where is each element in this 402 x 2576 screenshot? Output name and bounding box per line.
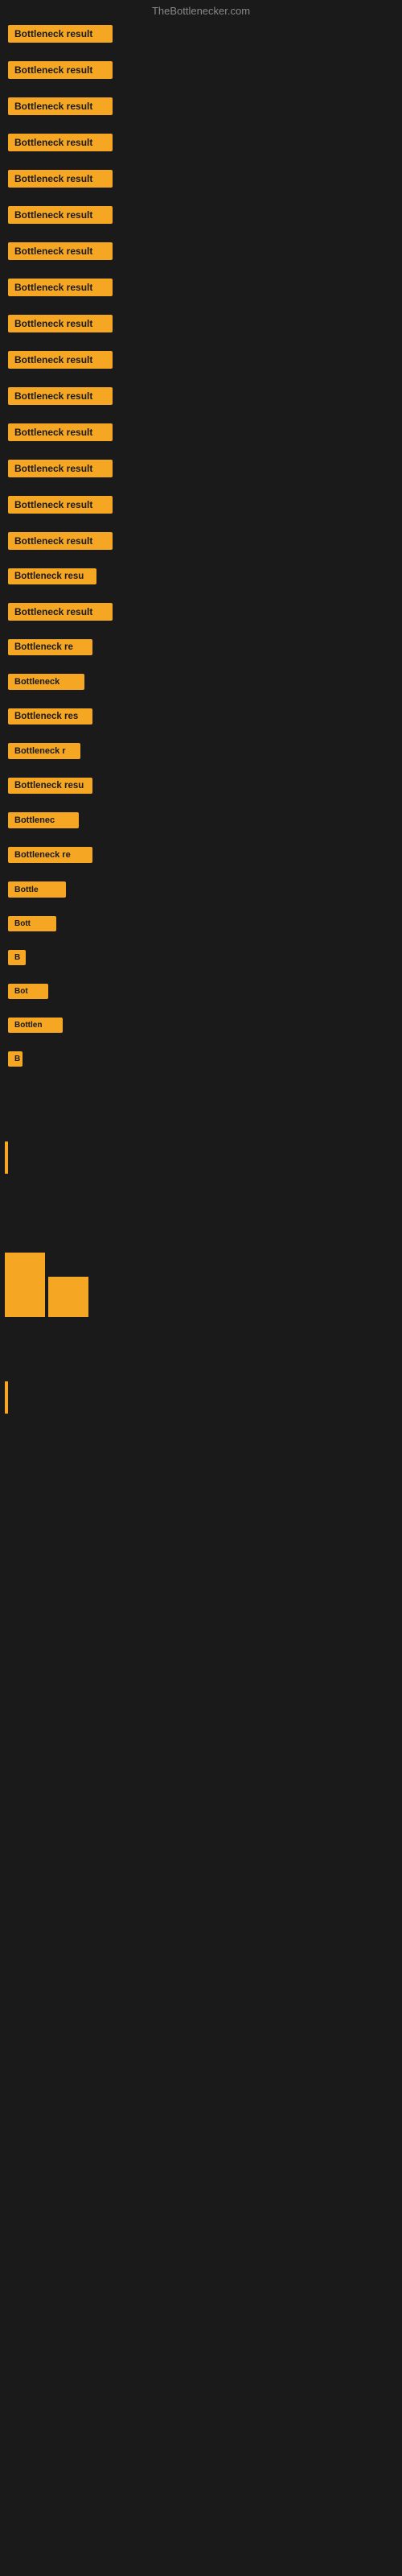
bottleneck-label-1: Bottleneck result	[8, 61, 113, 79]
bottleneck-item-0: Bottleneck result	[5, 23, 397, 48]
bottleneck-label-18: Bottleneck	[8, 674, 84, 690]
bottleneck-list: Bottleneck result Bottleneck result Bottle…	[0, 20, 402, 1087]
bottleneck-item-23: Bottleneck re	[5, 845, 397, 869]
bottleneck-item-19: Bottleneck res	[5, 707, 397, 730]
bottom-bar-1	[5, 1141, 8, 1174]
bottleneck-item-22: Bottlenec	[5, 811, 397, 834]
bottleneck-label-25: Bott	[8, 916, 56, 931]
bottleneck-label-10: Bottleneck result	[8, 387, 113, 405]
bottleneck-item-13: Bottleneck result	[5, 494, 397, 519]
site-header: TheBottlenecker.com	[0, 0, 402, 20]
bottleneck-label-17: Bottleneck re	[8, 639, 92, 655]
bottleneck-item-17: Bottleneck re	[5, 638, 397, 661]
bottleneck-item-27: Bot	[5, 982, 397, 1005]
bottleneck-item-25: Bott	[5, 914, 397, 937]
bottleneck-label-24: Bottle	[8, 881, 66, 898]
bottleneck-item-10: Bottleneck result	[5, 386, 397, 411]
bottleneck-item-9: Bottleneck result	[5, 349, 397, 374]
bottleneck-item-15: Bottleneck resu	[5, 567, 397, 590]
bottleneck-item-14: Bottleneck result	[5, 530, 397, 555]
bottleneck-item-2: Bottleneck result	[5, 96, 397, 121]
bottleneck-item-12: Bottleneck result	[5, 458, 397, 483]
spacer-2	[0, 1180, 402, 1228]
bottleneck-label-19: Bottleneck res	[8, 708, 92, 724]
bottleneck-label-2: Bottleneck result	[8, 97, 113, 115]
bottleneck-item-26: B	[5, 948, 397, 971]
bottleneck-label-13: Bottleneck result	[8, 496, 113, 514]
bottleneck-item-28: Bottlen	[5, 1016, 397, 1038]
bottleneck-label-27: Bot	[8, 984, 48, 999]
bottleneck-label-28: Bottlen	[8, 1018, 63, 1033]
bottleneck-item-21: Bottleneck resu	[5, 776, 397, 799]
bottleneck-label-20: Bottleneck r	[8, 743, 80, 759]
bottleneck-label-9: Bottleneck result	[8, 351, 113, 369]
spacer-1	[0, 1087, 402, 1135]
bottleneck-item-3: Bottleneck result	[5, 132, 397, 157]
bottleneck-label-12: Bottleneck result	[8, 460, 113, 477]
bottleneck-label-0: Bottleneck result	[8, 25, 113, 43]
bottleneck-item-24: Bottle	[5, 880, 397, 903]
bottleneck-label-4: Bottleneck result	[8, 170, 113, 188]
bottleneck-label-5: Bottleneck result	[8, 206, 113, 224]
bottleneck-item-7: Bottleneck result	[5, 277, 397, 302]
bottleneck-label-22: Bottlenec	[8, 812, 79, 828]
bottleneck-label-7: Bottleneck result	[8, 279, 113, 296]
bottleneck-label-6: Bottleneck result	[8, 242, 113, 260]
bottleneck-label-11: Bottleneck result	[8, 423, 113, 441]
bottleneck-item-8: Bottleneck result	[5, 313, 397, 338]
bottleneck-label-23: Bottleneck re	[8, 847, 92, 863]
bottleneck-label-14: Bottleneck result	[8, 532, 113, 550]
bottleneck-item-29: B	[5, 1050, 397, 1072]
bottleneck-label-3: Bottleneck result	[8, 134, 113, 151]
bottleneck-label-29: B	[8, 1051, 23, 1067]
bottleneck-label-21: Bottleneck resu	[8, 778, 92, 794]
bottleneck-label-15: Bottleneck resu	[8, 568, 96, 584]
site-title: TheBottlenecker.com	[0, 0, 402, 20]
bar-chart-2	[48, 1277, 88, 1317]
bottleneck-label-8: Bottleneck result	[8, 315, 113, 332]
bottleneck-label-16: Bottleneck result	[8, 603, 113, 621]
bottleneck-item-18: Bottleneck	[5, 672, 397, 696]
bottleneck-item-16: Bottleneck result	[5, 601, 397, 626]
bottleneck-item-11: Bottleneck result	[5, 422, 397, 447]
bottom-bar-2	[5, 1381, 8, 1414]
spacer-3	[0, 1228, 402, 1253]
bottleneck-item-4: Bottleneck result	[5, 168, 397, 193]
bar-chart-1	[5, 1253, 45, 1317]
bottleneck-item-20: Bottleneck r	[5, 741, 397, 765]
bottleneck-item-1: Bottleneck result	[5, 60, 397, 85]
bottleneck-label-26: B	[8, 950, 26, 965]
bottleneck-item-5: Bottleneck result	[5, 204, 397, 229]
bottleneck-item-6: Bottleneck result	[5, 241, 397, 266]
